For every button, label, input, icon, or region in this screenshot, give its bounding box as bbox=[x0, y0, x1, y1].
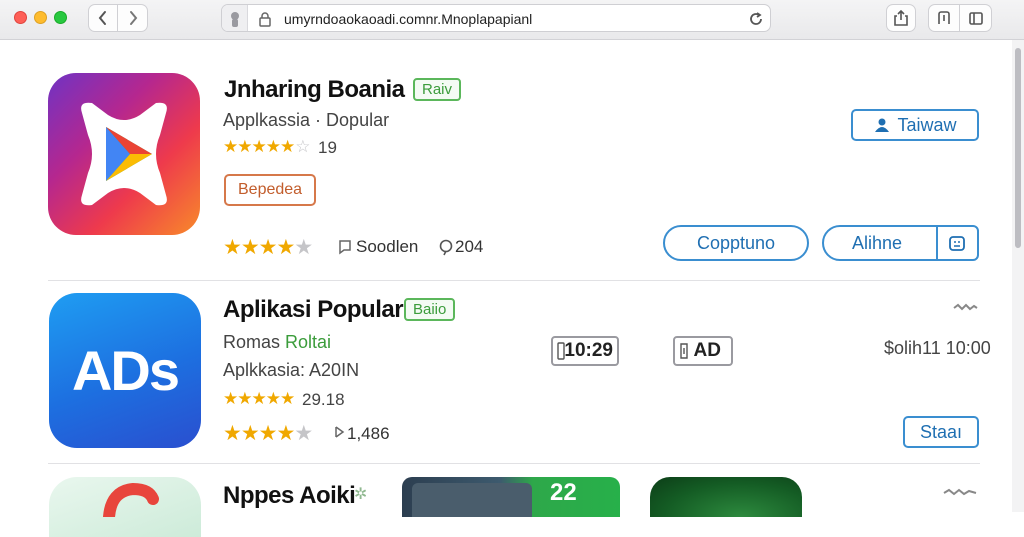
lock-icon bbox=[259, 12, 271, 27]
secondary-button[interactable]: Copptuno bbox=[663, 225, 809, 261]
rating-label: Soodlen bbox=[356, 237, 419, 256]
play-icon bbox=[81, 102, 167, 206]
get-button-label: Taiwaw bbox=[897, 114, 957, 135]
app-icon-nppes[interactable] bbox=[49, 477, 201, 537]
app-icon-jnharing[interactable] bbox=[48, 73, 200, 235]
url-text[interactable]: umyrndoaokaoadi.comnr.Mnoplapapianl bbox=[284, 11, 532, 27]
sidebar-toggle-icon[interactable] bbox=[222, 5, 248, 31]
app-badge: Baiio bbox=[404, 298, 456, 321]
forward-button[interactable] bbox=[118, 4, 148, 32]
screenshot-thumbnail[interactable]: 22 bbox=[402, 477, 620, 517]
tab-icon bbox=[938, 11, 950, 24]
scrollbar[interactable] bbox=[1012, 40, 1024, 512]
app-icon-green[interactable] bbox=[650, 477, 802, 517]
button-divider bbox=[936, 227, 938, 259]
get-button[interactable]: Staaı bbox=[903, 416, 979, 448]
close-window-button[interactable] bbox=[14, 11, 27, 24]
share-icon bbox=[894, 9, 908, 26]
price-label: $olih11 10:00 bbox=[884, 338, 991, 358]
more-icon[interactable] bbox=[942, 487, 978, 499]
category-tag[interactable]: Bepedea bbox=[224, 174, 317, 206]
comment-icon bbox=[339, 240, 351, 255]
app-badge: Raiv bbox=[413, 78, 462, 101]
thumbnail-number: 22 bbox=[550, 479, 577, 506]
scrollbar-thumb[interactable] bbox=[1015, 48, 1021, 248]
get-button[interactable]: Taiwaw bbox=[851, 109, 979, 141]
rating-value: 29.18 bbox=[302, 390, 345, 409]
subtitle-prefix: Romas bbox=[223, 332, 281, 352]
rating-value: 19 bbox=[318, 138, 337, 157]
secondary-button-label: Copptuno bbox=[696, 232, 776, 253]
open-button[interactable]: Alihne bbox=[822, 225, 979, 261]
chevron-left-icon bbox=[98, 11, 106, 25]
swirl-icon bbox=[103, 482, 159, 523]
new-tab-button[interactable] bbox=[928, 4, 960, 32]
star-icon: ✲ bbox=[354, 486, 368, 503]
app-title[interactable]: Nppes Aoiki bbox=[223, 482, 356, 510]
row-divider bbox=[48, 463, 980, 464]
time-chip: 10:29 bbox=[551, 336, 619, 366]
reload-icon[interactable] bbox=[748, 11, 764, 27]
app-title[interactable]: Jnharing Boania bbox=[224, 76, 405, 104]
comment-icon bbox=[335, 426, 345, 438]
subtitle-highlight: Roltai bbox=[285, 332, 332, 352]
star-rating: ★★★★★☆ bbox=[223, 137, 311, 156]
time-chip-label: 10:29 bbox=[564, 340, 613, 361]
back-button[interactable] bbox=[88, 4, 118, 32]
star-rating-large: ★★★★★ bbox=[223, 236, 314, 259]
app-icon-text: ADs bbox=[71, 339, 180, 402]
ad-chip: AD bbox=[673, 336, 733, 366]
minimize-window-button[interactable] bbox=[34, 11, 47, 24]
zoom-window-button[interactable] bbox=[54, 11, 67, 24]
bag-icon[interactable] bbox=[948, 234, 966, 252]
app-icon-ads[interactable]: ADs bbox=[49, 293, 201, 448]
star-rating: ★★★★★ bbox=[223, 389, 295, 408]
row-divider bbox=[48, 280, 980, 281]
battery-icon bbox=[557, 342, 565, 360]
ad-chip-label: AD bbox=[693, 340, 721, 361]
app-subtitle: Applkassia · Dopular bbox=[223, 110, 390, 130]
app-title[interactable]: Aplikasi Popular bbox=[223, 296, 404, 324]
app-subtitle: Romas Roltai bbox=[223, 332, 331, 353]
review-count: 1,486 bbox=[347, 424, 390, 443]
tab-overview-button[interactable] bbox=[960, 4, 992, 32]
address-bar[interactable]: umyrndoaokaoadi.comnr.Mnoplapapianl bbox=[221, 4, 771, 32]
chevron-right-icon bbox=[129, 11, 137, 25]
browser-toolbar: umyrndoaokaoadi.comnr.Mnoplapapianl bbox=[0, 0, 1024, 40]
share-button[interactable] bbox=[886, 4, 916, 32]
ad-icon bbox=[680, 343, 688, 359]
get-button-label: Staaı bbox=[919, 421, 963, 442]
person-icon bbox=[875, 118, 890, 132]
app-category: Aplkkasia: A20IN bbox=[223, 360, 360, 380]
more-icon[interactable] bbox=[952, 302, 978, 314]
star-rating-large: ★★★★★ bbox=[223, 422, 314, 445]
review-icon bbox=[439, 239, 453, 256]
review-count: 204 bbox=[455, 237, 484, 256]
tabs-icon bbox=[968, 12, 983, 25]
open-button-label: Alihne bbox=[852, 232, 903, 253]
